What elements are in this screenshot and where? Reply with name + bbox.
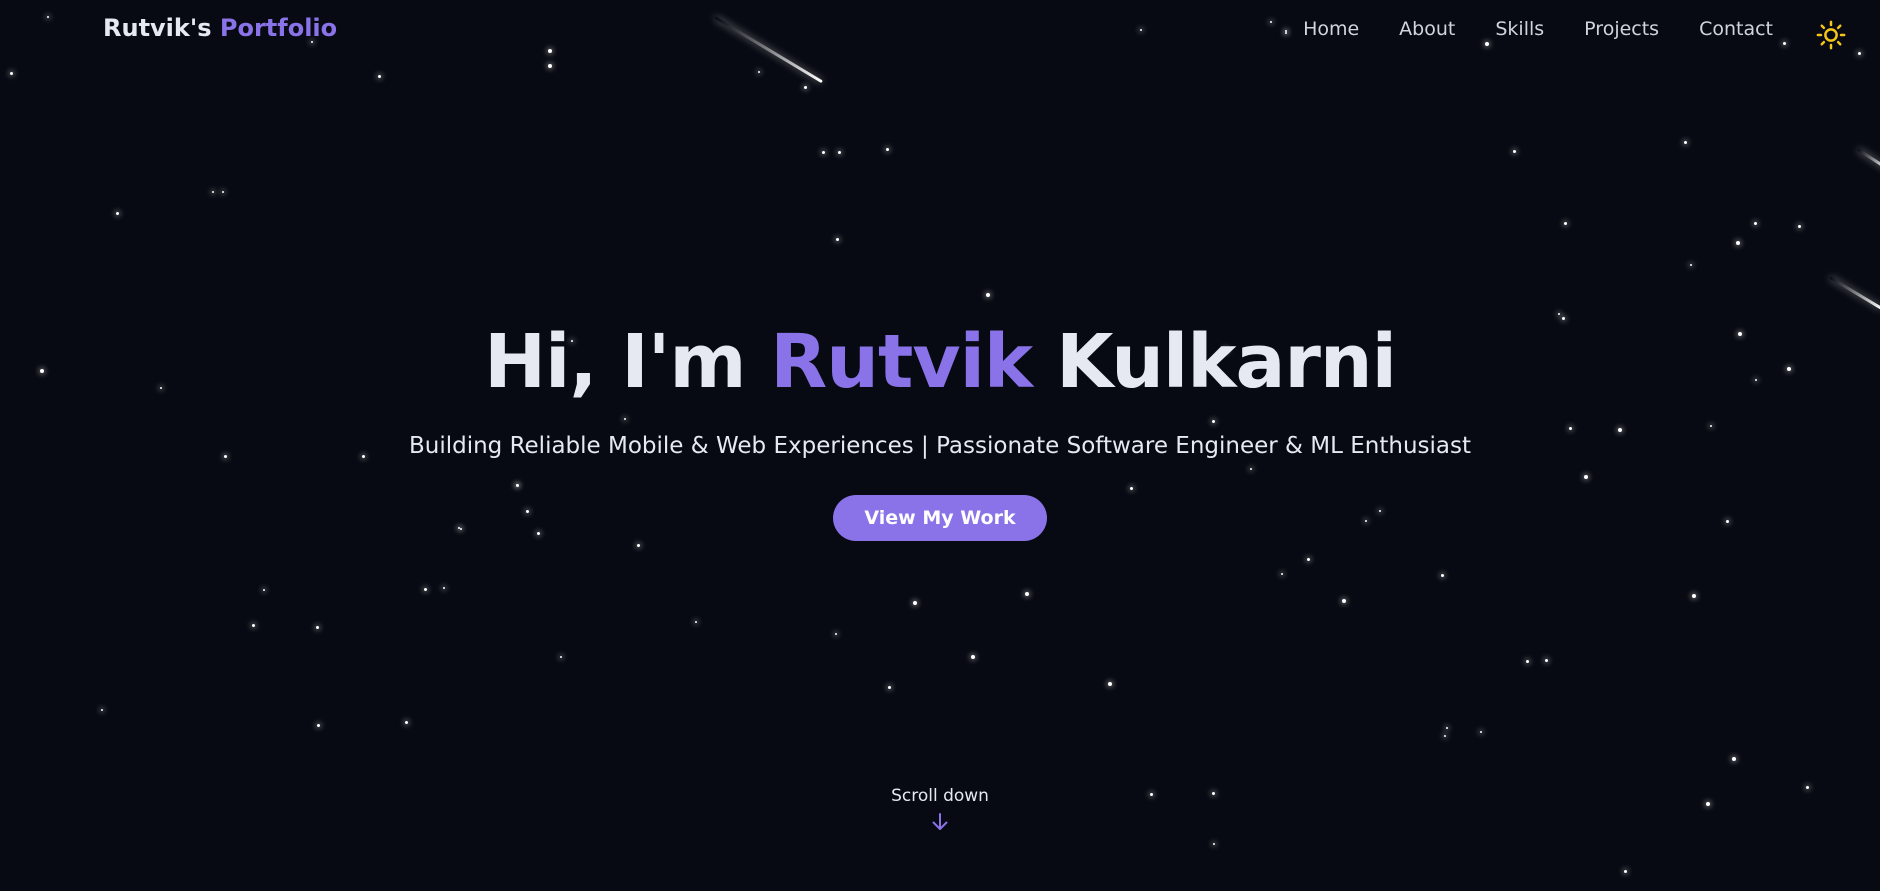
star-dot <box>1690 264 1692 266</box>
view-my-work-button[interactable]: View My Work <box>833 495 1047 541</box>
star-dot <box>695 621 697 623</box>
star-dot <box>424 588 427 591</box>
star-dot <box>1108 682 1112 686</box>
brand-logo[interactable]: Rutvik's Portfolio <box>103 14 337 42</box>
star-dot <box>888 686 891 689</box>
star-dot <box>1564 222 1567 225</box>
star-dot <box>1798 225 1801 228</box>
star-dot <box>378 75 381 78</box>
portfolio-page: Rutvik's Portfolio Home About Skills Pro… <box>0 0 1880 891</box>
arrow-down-icon <box>932 813 948 830</box>
star-dot <box>1526 660 1529 663</box>
star-dot <box>838 151 841 154</box>
navbar: Rutvik's Portfolio Home About Skills Pro… <box>0 0 1880 60</box>
star-dot <box>1281 573 1283 575</box>
star-dot <box>886 148 889 151</box>
star-dot <box>835 633 837 635</box>
nav-links: Home About Skills Projects Contact <box>1303 18 1773 40</box>
nav-skills[interactable]: Skills <box>1495 18 1544 40</box>
hero-title: Hi, I'm Rutvik Kulkarni <box>0 325 1880 399</box>
star-dot <box>971 655 975 659</box>
star-dot <box>822 151 825 154</box>
star-dot <box>1307 558 1310 561</box>
nav-home[interactable]: Home <box>1303 18 1359 40</box>
star-dot <box>836 238 839 241</box>
sun-icon <box>1816 20 1846 50</box>
star-dot <box>1444 735 1446 737</box>
star-dot <box>252 624 255 627</box>
star-dot <box>1025 592 1029 596</box>
star-dot <box>1441 574 1444 577</box>
nav-contact[interactable]: Contact <box>1699 18 1773 40</box>
star-dot <box>1513 150 1516 153</box>
star-dot <box>986 293 990 297</box>
star-dot <box>1558 313 1560 315</box>
star-dot <box>1480 731 1482 733</box>
star-dot <box>758 71 760 73</box>
star-dot <box>10 72 13 75</box>
star-dot <box>548 64 552 68</box>
scroll-down-label: Scroll down <box>891 786 989 806</box>
star-dot <box>1624 870 1627 873</box>
star-dot <box>116 212 119 215</box>
star-dot <box>637 544 640 547</box>
hero-first-name: Rutvik <box>770 319 1033 405</box>
star-dot <box>1732 757 1736 761</box>
star-dot <box>443 587 445 589</box>
star-dot <box>101 709 103 711</box>
star-dot <box>222 191 224 193</box>
star-dot <box>1562 317 1565 320</box>
star-dot <box>560 656 562 658</box>
scroll-down-indicator[interactable]: Scroll down <box>0 786 1880 832</box>
star-dot <box>316 626 319 629</box>
star-dot <box>1754 222 1757 225</box>
star-dot <box>1545 659 1548 662</box>
shooting-star <box>1857 148 1880 170</box>
shooting-star <box>1829 276 1880 310</box>
star-dot <box>405 721 408 724</box>
brand-accent: Portfolio <box>219 14 338 42</box>
star-dot <box>1342 599 1346 603</box>
star-dot <box>1692 594 1696 598</box>
hero-last-name: Kulkarni <box>1056 319 1397 405</box>
star-dot <box>1684 141 1687 144</box>
star-dot <box>1736 241 1740 245</box>
brand-name: Rutvik's <box>103 14 212 42</box>
star-dot <box>212 191 214 193</box>
hero-subtitle: Building Reliable Mobile & Web Experienc… <box>408 433 1472 459</box>
star-dot <box>1446 727 1448 729</box>
star-dot <box>317 724 320 727</box>
nav-projects[interactable]: Projects <box>1584 18 1659 40</box>
star-dot <box>804 86 807 89</box>
nav-about[interactable]: About <box>1399 18 1455 40</box>
hero-section: Hi, I'm Rutvik Kulkarni Building Reliable… <box>0 325 1880 541</box>
hero-greeting: Hi, I'm <box>484 319 746 405</box>
theme-toggle-button[interactable] <box>1816 20 1846 50</box>
star-dot <box>1213 843 1215 845</box>
star-dot <box>913 601 917 605</box>
star-dot <box>263 589 265 591</box>
